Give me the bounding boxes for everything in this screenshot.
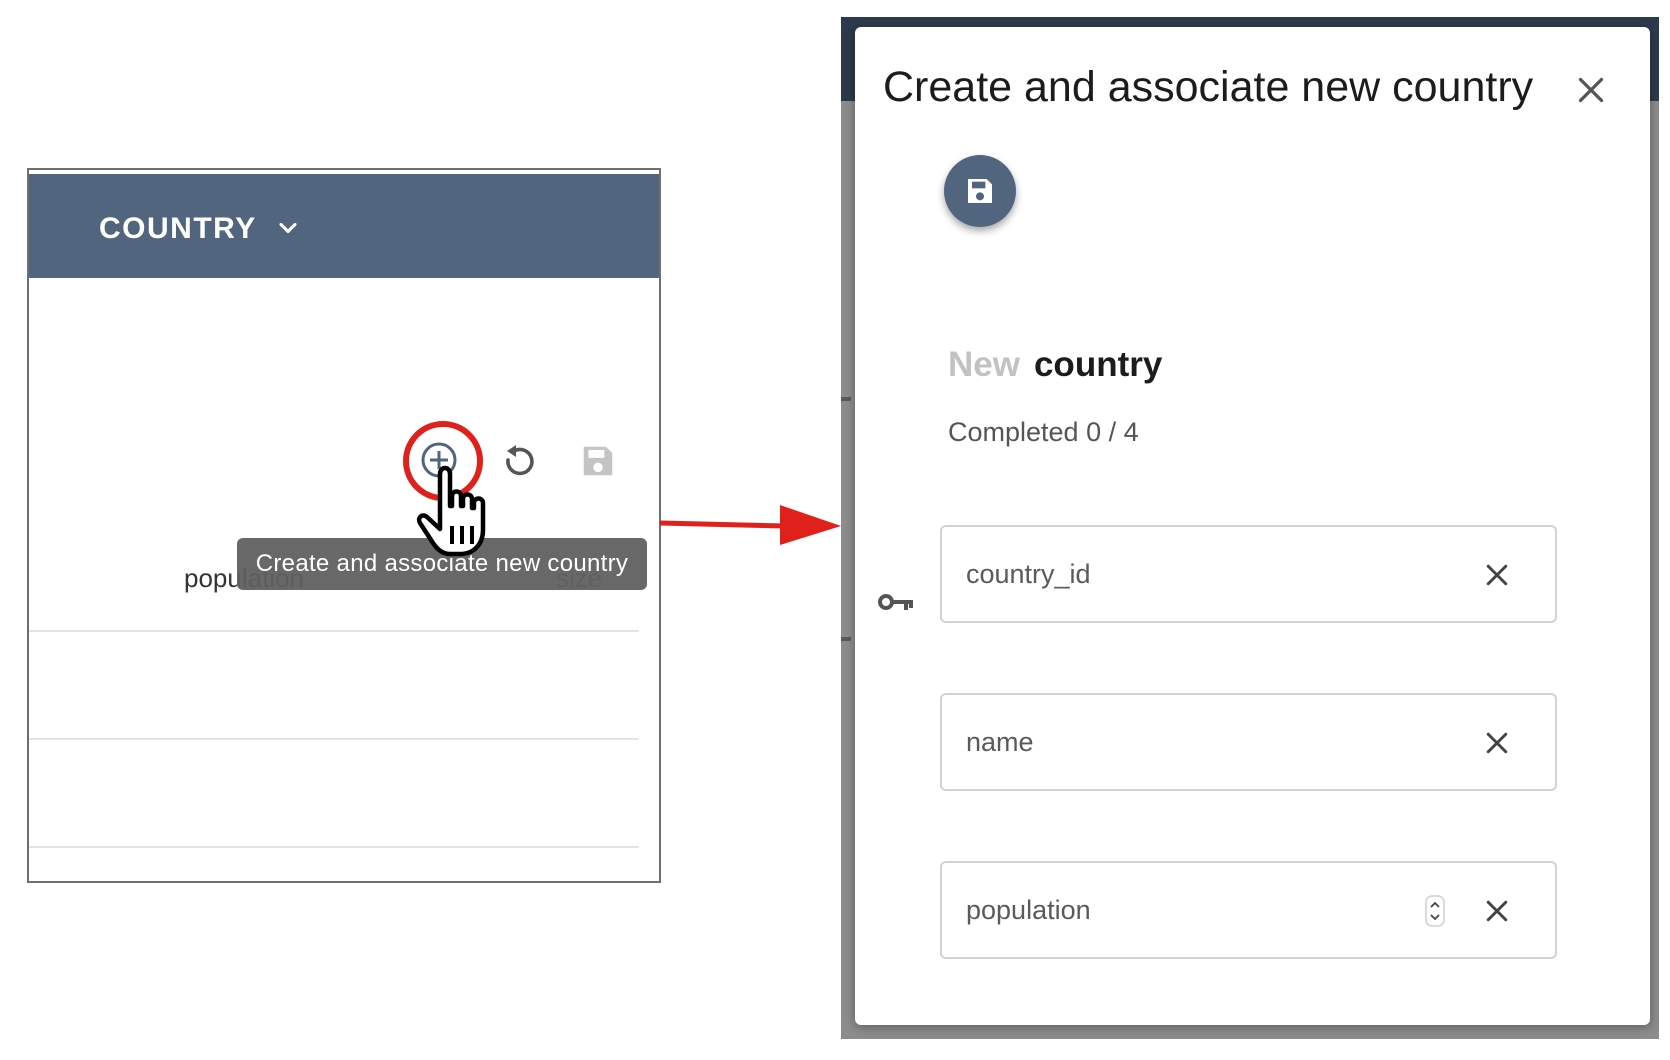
dialog-title: Create and associate new country [883,63,1534,111]
field-label: name [966,727,1034,757]
backdrop-divider [841,637,851,641]
clear-icon[interactable] [1482,560,1512,590]
panel-title: COUNTRY [99,212,257,245]
clear-icon[interactable] [1482,896,1512,926]
save-button[interactable] [944,155,1016,227]
key-icon [878,594,913,610]
backdrop-divider [841,397,851,401]
clear-icon[interactable] [1482,728,1512,758]
country-association-panel: COUNTRY population size Create and assoc… [27,168,661,883]
country-id-field[interactable]: country_id [940,525,1557,623]
table-row-divider [29,846,639,848]
completion-status: Completed 0 / 4 [948,417,1139,447]
pointer-hand-icon [416,465,486,557]
arrow-right-icon [660,505,841,545]
close-icon[interactable] [1573,72,1609,108]
name-field[interactable]: name [940,693,1557,791]
panel-header: COUNTRY [29,174,659,278]
save-icon[interactable] [579,442,617,480]
chevron-down-icon[interactable] [274,214,302,242]
population-field[interactable]: population [940,861,1557,959]
form-heading: New country [948,345,1162,385]
field-label: population [966,895,1091,925]
field-label: country_id [966,559,1091,589]
number-stepper-icon[interactable] [1425,895,1445,927]
save-icon [968,179,992,203]
table-row-divider [29,630,639,632]
table-row-divider [29,738,639,740]
heading-entity: country [1033,345,1163,384]
heading-prefix: New [948,345,1020,384]
create-country-dialog: Create and associate new country New coun… [855,27,1650,1025]
